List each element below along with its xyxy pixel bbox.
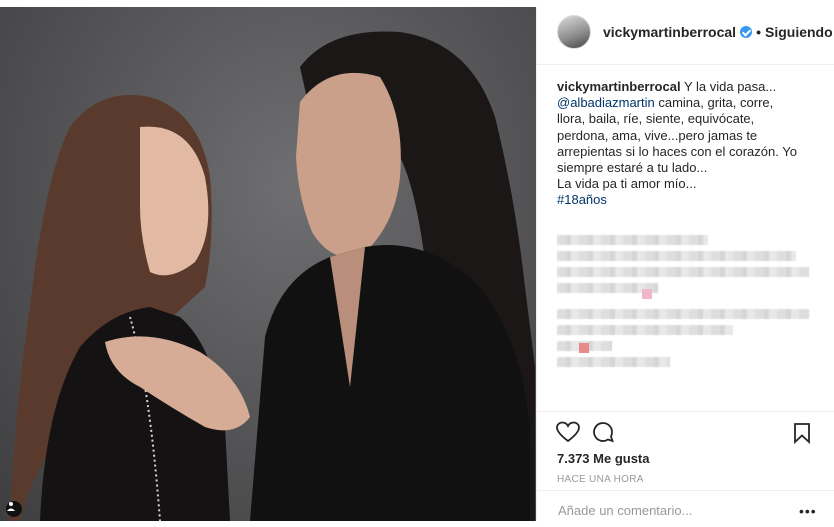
- heart-icon[interactable]: [555, 419, 581, 445]
- post-caption: vickymartinberrocal Y la vida pasa... @a…: [557, 79, 827, 209]
- mention-link[interactable]: @albadiazmartin: [557, 95, 655, 110]
- bookmark-icon[interactable]: [789, 420, 815, 446]
- post-photo[interactable]: [0, 7, 536, 521]
- caption-line: llora, baila, ríe, siente, equivócate,: [557, 111, 755, 127]
- header-username[interactable]: vickymartinberrocal: [603, 24, 736, 40]
- separator-dot: •: [756, 24, 761, 40]
- avatar[interactable]: [557, 15, 591, 49]
- post-sidebar: vickymartinberrocal • Siguiendo vickymarti…: [537, 7, 834, 521]
- caption-line: arrepientas si lo haces con el corazón. …: [557, 143, 797, 159]
- caption-line: Y la vida pasa...: [680, 79, 777, 94]
- header-user-row: vickymartinberrocal • Siguiendo: [603, 24, 833, 40]
- caption-username[interactable]: vickymartinberrocal: [557, 79, 681, 94]
- caption-line: perdona, ama, vive...pero jamas te: [557, 127, 758, 143]
- blurred-comment: [557, 235, 809, 299]
- post-actions: 7.373 Me gusta HACE UNA HORA •••: [537, 411, 834, 522]
- hashtag-link[interactable]: #18años: [557, 192, 827, 208]
- user-tag-icon[interactable]: [6, 501, 22, 517]
- post-timestamp[interactable]: HACE UNA HORA: [557, 474, 644, 485]
- more-options-icon[interactable]: •••: [799, 503, 817, 519]
- post-header: vickymartinberrocal • Siguiendo: [537, 7, 834, 65]
- verified-badge-icon: [740, 26, 753, 38]
- comment-input[interactable]: [556, 499, 800, 521]
- photo-illustration: [10, 31, 535, 521]
- comment-box: •••: [537, 490, 834, 527]
- following-button[interactable]: Siguiendo: [765, 24, 833, 40]
- caption-line: camina, grita, corre,: [654, 95, 774, 111]
- like-count[interactable]: 7.373 Me gusta: [557, 451, 650, 466]
- red-pixel: [579, 343, 589, 353]
- caption-line: siempre estaré a tu lado...: [557, 160, 708, 176]
- blurred-comment: [557, 309, 809, 373]
- pink-pixel: [642, 289, 652, 299]
- caption-line: La vida pa ti amor mío...: [557, 176, 697, 192]
- comment-bubble-icon[interactable]: [590, 419, 616, 445]
